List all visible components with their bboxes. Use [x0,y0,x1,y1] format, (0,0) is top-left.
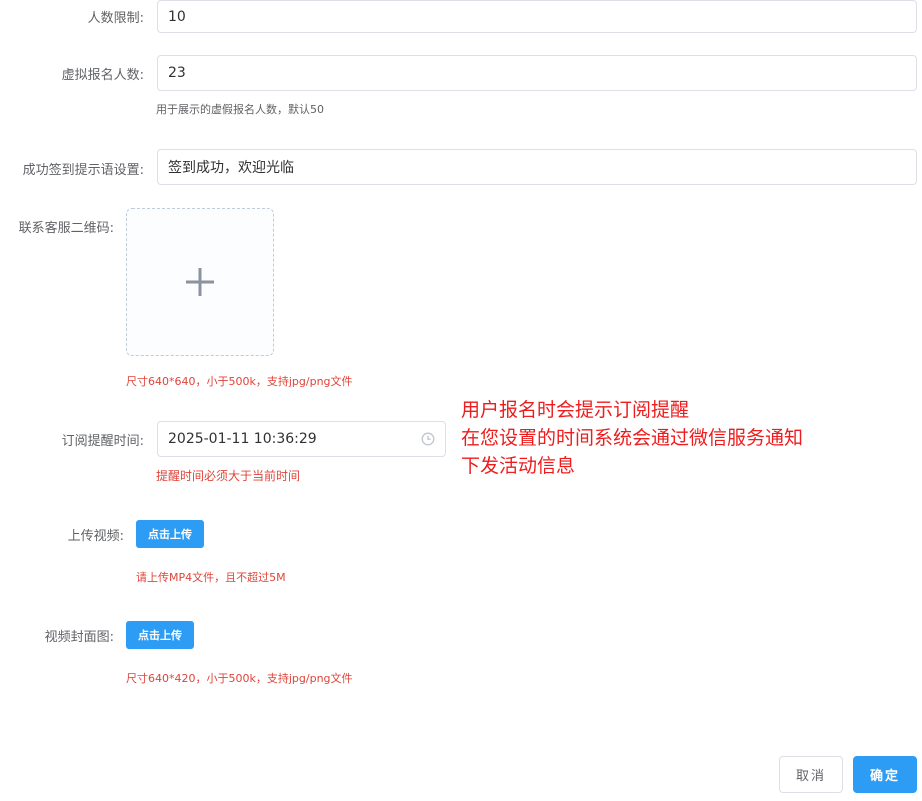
virtual-signup-label: 虚拟报名人数: [61,68,144,83]
people-limit-value: 10 [168,8,186,25]
cancel-button[interactable]: 取消 [779,756,843,793]
clock-icon [421,432,435,446]
video-upload-hint: 请上传MP4文件，且不超过5M [136,571,286,584]
annotation-line: 用户报名时会提示订阅提醒 [461,399,690,421]
annotation-line: 下发活动信息 [461,455,576,477]
qr-code-label: 联系客服二维码: [18,221,114,236]
checkin-message-label: 成功签到提示语设置: [22,163,144,178]
virtual-signup-value: 23 [168,65,186,81]
video-cover-button[interactable]: 点击上传 [126,621,194,649]
virtual-signup-input[interactable]: 23 [157,55,917,91]
reminder-time-picker[interactable]: 2025-01-11 10:36:29 [157,421,446,457]
reminder-time-label: 订阅提醒时间: [61,434,144,449]
video-upload-button[interactable]: 点击上传 [136,520,204,548]
virtual-signup-hint: 用于展示的虚假报名人数，默认50 [156,103,324,116]
checkin-message-value: 签到成功，欢迎光临 [168,160,294,176]
confirm-button[interactable]: 确定 [853,756,917,793]
video-cover-hint: 尺寸640*420，小于500k，支持jpg/png文件 [126,672,353,685]
reminder-time-hint: 提醒时间必须大于当前时间 [156,469,301,483]
subscription-annotation: 用户报名时会提示订阅提醒 在您设置的时间系统会通过微信服务通知 下发活动信息 [461,396,803,480]
qr-code-upload[interactable] [126,208,274,356]
people-limit-input[interactable]: 10 [157,0,917,33]
video-upload-label: 上传视频: [67,529,124,544]
checkin-message-input[interactable]: 签到成功，欢迎光临 [157,149,917,185]
video-cover-label: 视频封面图: [44,630,114,645]
annotation-line: 在您设置的时间系统会通过微信服务通知 [461,427,804,449]
people-limit-label: 人数限制: [87,11,144,26]
reminder-time-value: 2025-01-11 10:36:29 [168,431,317,447]
plus-icon [185,267,215,297]
qr-code-hint: 尺寸640*640，小于500k，支持jpg/png文件 [126,375,353,388]
